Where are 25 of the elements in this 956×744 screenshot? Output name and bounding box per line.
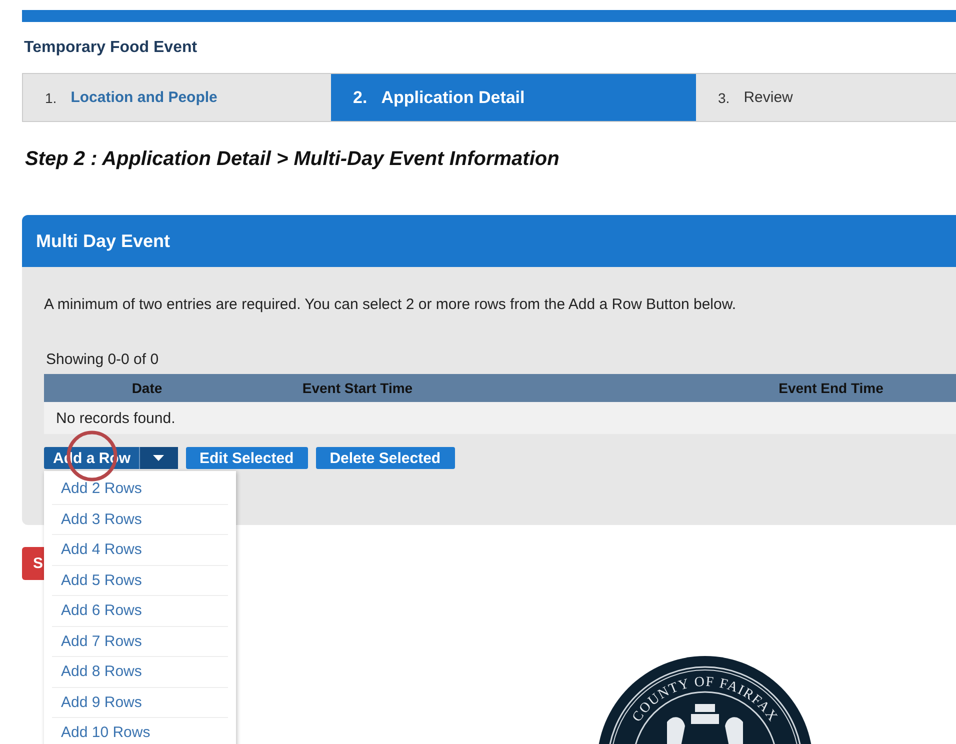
menu-item[interactable]: Add 8 Rows	[52, 657, 228, 688]
edit-selected-button[interactable]: Edit Selected	[186, 447, 308, 469]
menu-item[interactable]: Add 2 Rows	[52, 474, 228, 504]
step-tab[interactable]: 3. Review	[696, 74, 956, 121]
step-heading: Step 2 : Application Detail > Multi-Day Event Information	[25, 148, 560, 172]
column-header: Event Start Time	[301, 380, 414, 396]
delete-selected-button[interactable]: Delete Selected	[316, 447, 455, 469]
menu-item[interactable]: Add 9 Rows	[52, 688, 228, 718]
menu-item[interactable]: Add 4 Rows	[52, 535, 228, 566]
menu-item[interactable]: Add 7 Rows	[52, 626, 228, 657]
column-header: Event End Time	[778, 380, 884, 396]
menu-item[interactable]: Add 6 Rows	[52, 596, 228, 626]
step-tab[interactable]: 1. Location and People	[23, 74, 331, 121]
dropdown-toggle[interactable]	[140, 447, 178, 469]
panel-title: Multi Day Event	[22, 215, 956, 267]
empty-message: No records found.	[44, 402, 956, 434]
page-title: Temporary Food Event	[24, 39, 198, 58]
records-summary: Showing 0-0 of 0	[46, 351, 160, 369]
menu-item[interactable]: Add 10 Rows	[52, 718, 228, 744]
step-tab[interactable]: 2. Application Detail	[331, 74, 696, 121]
column-header: Date	[130, 380, 164, 396]
menu-item[interactable]: Add 3 Rows	[52, 504, 228, 535]
caret-icon	[153, 455, 164, 461]
info-text: A minimum of two entries are required. You can select 2 or more rows from the Add a Row Button below.	[44, 296, 738, 313]
menu-item[interactable]: Add 5 Rows	[52, 566, 228, 596]
